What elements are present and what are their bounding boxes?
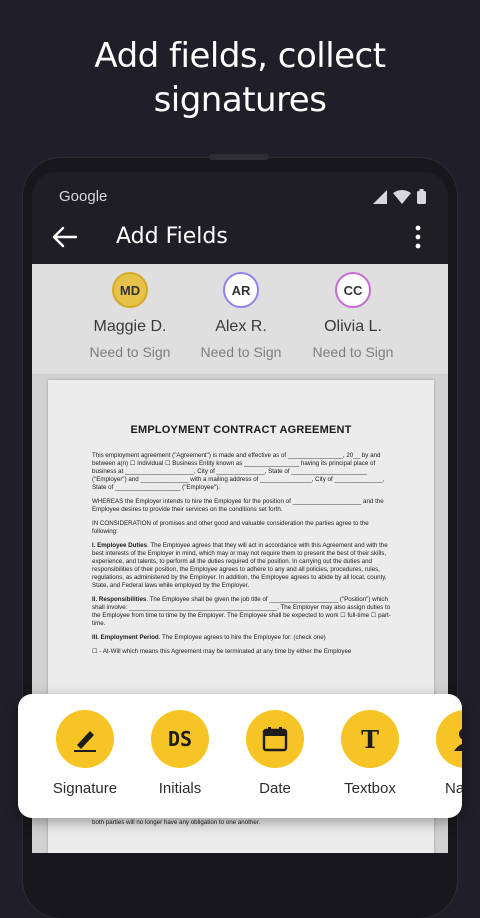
signer-maggie[interactable]: MD Maggie D. Need to Sign xyxy=(74,272,186,360)
section-text: . The Employee agrees that they will act… xyxy=(92,542,388,589)
document-body: This employment agreement ("Agreement") … xyxy=(92,452,392,662)
section-heading: II. Responsibilities xyxy=(92,596,147,603)
document-paragraph: This employment agreement ("Agreement") … xyxy=(92,452,385,491)
pen-signature-icon xyxy=(56,710,114,768)
document-paragraph: II. Responsibilities. The Employee shall… xyxy=(92,596,392,628)
document-title: EMPLOYMENT CONTRACT AGREEMENT xyxy=(130,424,352,436)
section-heading: I. Employee Duties xyxy=(92,542,148,549)
textbox-glyph: T xyxy=(361,724,379,754)
signal-icon xyxy=(373,189,387,204)
status-carrier: Google xyxy=(59,188,108,205)
signer-status: Need to Sign xyxy=(312,344,394,360)
person-icon xyxy=(436,710,462,768)
signers-bar: MD Maggie D. Need to Sign AR Alex R. Nee… xyxy=(32,264,448,374)
signer-name: Olivia L. xyxy=(324,318,382,335)
signer-olivia[interactable]: CC Olivia L. Need to Sign xyxy=(297,272,409,360)
avatar: CC xyxy=(335,272,371,308)
document-paragraph: I. Employee Duties. The Employee agrees … xyxy=(92,542,392,590)
headline: Add fields, collect signatures xyxy=(0,34,480,122)
name-field-button[interactable]: Name xyxy=(420,710,462,797)
initials-field-button[interactable]: DS Initials xyxy=(135,710,225,797)
signer-name: Maggie D. xyxy=(93,318,167,335)
tool-label: Date xyxy=(259,780,291,797)
headline-line-2: signatures xyxy=(153,80,327,120)
document-paragraph: ☐ - At-Will which means this Agreement m… xyxy=(92,648,352,655)
signer-name: Alex R. xyxy=(215,318,267,335)
date-field-button[interactable]: Date xyxy=(230,710,320,797)
signer-alex[interactable]: AR Alex R. Need to Sign xyxy=(185,272,297,360)
battery-icon xyxy=(417,189,426,204)
tool-label: Initials xyxy=(158,780,202,797)
wifi-icon xyxy=(393,189,411,204)
section-text: . The Employee agrees to hire the Employ… xyxy=(158,634,326,641)
avatar: AR xyxy=(223,272,259,308)
tool-label: Signature xyxy=(52,780,118,797)
tool-label: Name xyxy=(444,780,462,797)
signer-status: Need to Sign xyxy=(89,344,171,360)
document-footer-text: both parties will no longer have any obl… xyxy=(92,819,261,826)
tool-label: Textbox xyxy=(344,780,396,797)
document-paragraph: III. Employment Period. The Employee agr… xyxy=(92,634,392,642)
headline-line-1: Add fields, collect xyxy=(94,36,386,76)
textbox-icon: T xyxy=(341,710,399,768)
app-bar: Add Fields xyxy=(32,220,448,264)
more-vert-icon[interactable] xyxy=(410,222,426,252)
phone-speaker xyxy=(209,154,269,160)
section-heading: III. Employment Period xyxy=(92,634,159,641)
arrow-left-icon[interactable] xyxy=(50,222,80,252)
page-title: Add Fields xyxy=(116,224,228,249)
initials-icon: DS xyxy=(151,710,209,768)
status-bar: Google xyxy=(32,172,448,220)
initials-glyph: DS xyxy=(167,727,193,751)
avatar: MD xyxy=(112,272,148,308)
signer-status: Need to Sign xyxy=(200,344,282,360)
field-toolbar: Signature DS Initials Date T Textbox Na xyxy=(18,694,462,818)
document-paragraph: IN CONSIDERATION of promises and other g… xyxy=(92,520,369,535)
textbox-field-button[interactable]: T Textbox xyxy=(325,710,415,797)
signature-field-button[interactable]: Signature xyxy=(40,710,130,797)
calendar-icon xyxy=(246,710,304,768)
document-paragraph: WHEREAS the Employer intends to hire the… xyxy=(92,498,384,513)
